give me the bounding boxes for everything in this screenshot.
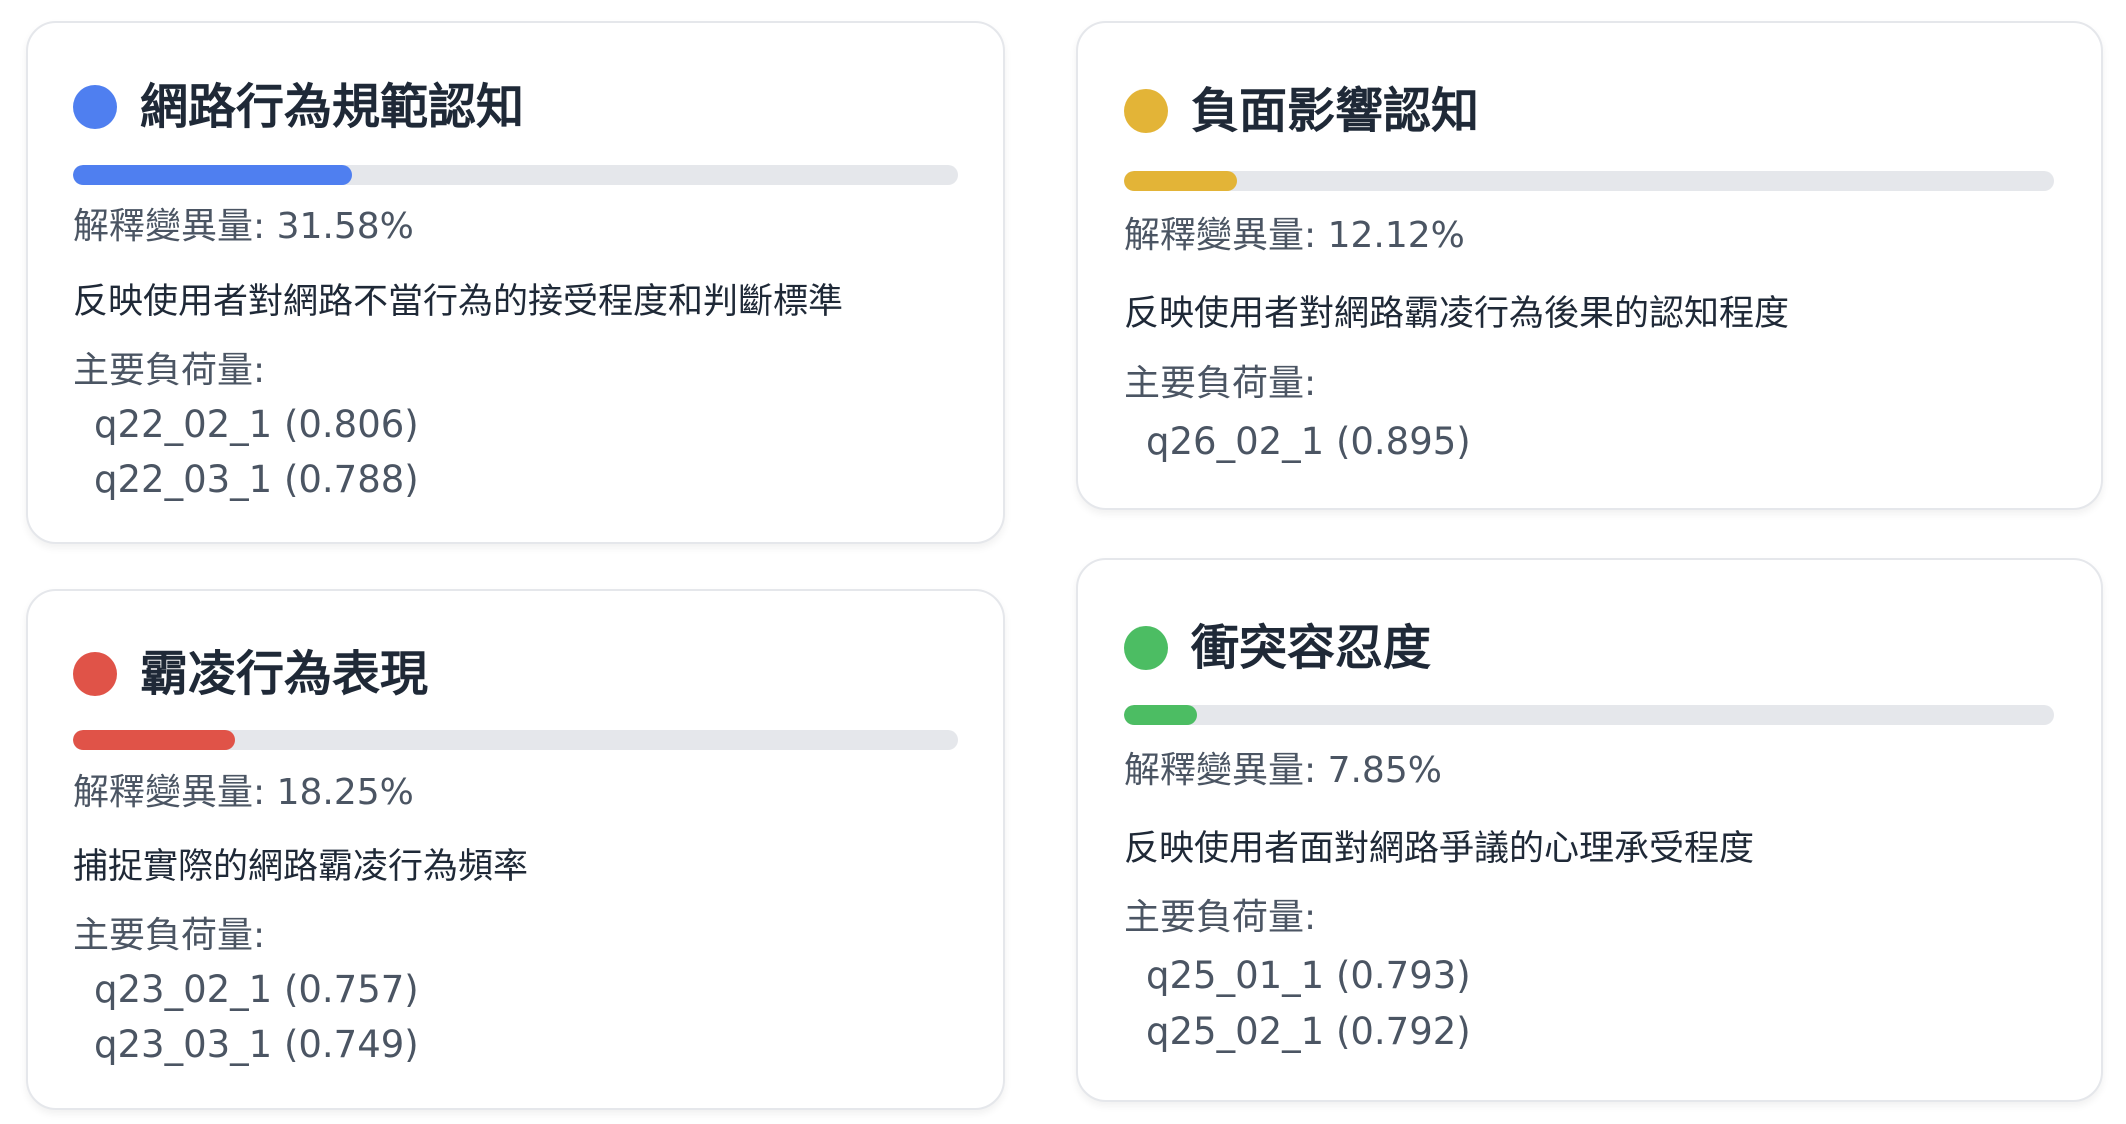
loading-item: q23_03_1 (0.749) [94, 1023, 419, 1066]
variance-label: 解釋變異量: [73, 772, 277, 813]
variance-bar-fill [1124, 171, 1237, 191]
variance-value: 12.12% [1327, 215, 1465, 256]
variance-bar [73, 165, 958, 185]
loading-item: q25_01_1 (0.793) [1146, 954, 1471, 997]
variance-label: 解釋變異量: [1124, 215, 1328, 256]
variance-bar-fill [73, 165, 353, 185]
factor-title: 負面影響認知 [1191, 83, 1480, 139]
variance-value: 7.85% [1327, 750, 1442, 791]
loadings-label: 主要負荷量: [1124, 363, 1317, 404]
variance-value: 31.58% [276, 206, 414, 247]
variance-text: 解釋變異量: 12.12% [1124, 218, 1465, 254]
color-dot-icon [1124, 89, 1168, 133]
loading-item: q22_03_1 (0.788) [94, 458, 419, 501]
color-dot-icon [73, 652, 117, 696]
variance-text: 解釋變異量: 7.85% [1124, 753, 1442, 789]
card-header: 霸凌行為表現 [73, 650, 428, 698]
factor-description: 反映使用者對網路霸凌行為後果的認知程度 [1124, 294, 1790, 334]
factor-title: 網路行為規範認知 [140, 79, 525, 135]
loadings-label: 主要負荷量: [1124, 897, 1317, 938]
variance-text: 解釋變異量: 18.25% [73, 775, 414, 811]
card-header: 負面影響認知 [1124, 87, 1479, 135]
factor-title: 衝突容忍度 [1191, 620, 1432, 676]
loadings-label: 主要負荷量: [73, 350, 266, 391]
factor-card-norm-cognition: 網路行為規範認知 解釋變異量: 31.58% 反映使用者對網路不當行為的接受程度… [26, 21, 1005, 544]
variance-bar [73, 730, 958, 750]
color-dot-icon [1124, 626, 1168, 670]
variance-bar-fill [1124, 705, 1197, 725]
factor-card-negative-impact: 負面影響認知 解釋變異量: 12.12% 反映使用者對網路霸凌行為後果的認知程度… [1076, 21, 2103, 510]
factor-card-conflict-tolerance: 衝突容忍度 解釋變異量: 7.85% 反映使用者面對網路爭議的心理承受程度 主要… [1076, 558, 2103, 1102]
variance-label: 解釋變異量: [73, 206, 277, 247]
loading-item: q22_02_1 (0.806) [94, 403, 419, 446]
loading-item: q25_02_1 (0.792) [1146, 1010, 1471, 1053]
factor-card-bullying-behavior: 霸凌行為表現 解釋變異量: 18.25% 捕捉實際的網路霸凌行為頻率 主要負荷量… [26, 589, 1005, 1110]
card-header: 衝突容忍度 [1124, 624, 1431, 672]
factor-description: 捕捉實際的網路霸凌行為頻率 [73, 847, 529, 887]
variance-bar [1124, 171, 2054, 191]
variance-bar [1124, 705, 2054, 725]
factor-title: 霸凌行為表現 [140, 646, 429, 702]
color-dot-icon [73, 85, 117, 129]
loadings-label: 主要負荷量: [73, 915, 266, 956]
loading-item: q23_02_1 (0.757) [94, 968, 419, 1011]
factor-description: 反映使用者面對網路爭議的心理承受程度 [1124, 829, 1755, 869]
variance-value: 18.25% [276, 772, 414, 813]
factor-description: 反映使用者對網路不當行為的接受程度和判斷標準 [73, 282, 844, 322]
loading-item: q26_02_1 (0.895) [1146, 420, 1471, 463]
variance-label: 解釋變異量: [1124, 750, 1328, 791]
variance-text: 解釋變異量: 31.58% [73, 209, 414, 245]
variance-bar-fill [73, 730, 235, 750]
card-header: 網路行為規範認知 [73, 83, 524, 131]
